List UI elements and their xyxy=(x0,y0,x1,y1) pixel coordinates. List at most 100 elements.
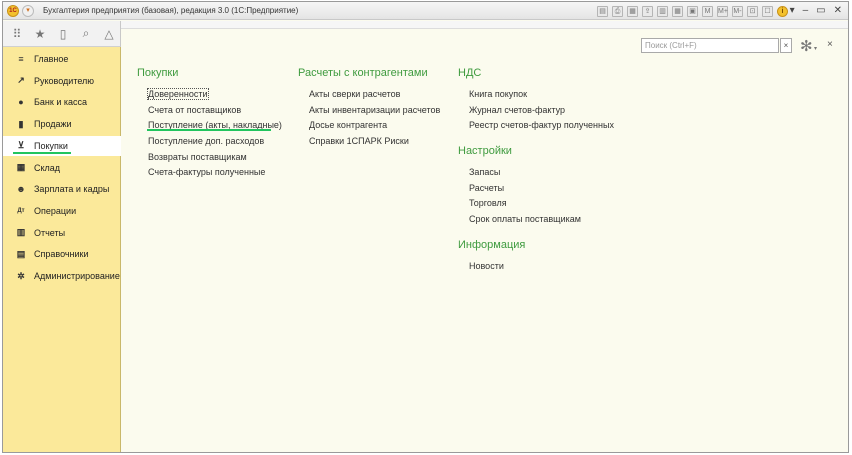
link-trade[interactable]: Торговля xyxy=(469,197,581,213)
column-vat: НДС Книга покупок Журнал счетов-фактур Р… xyxy=(458,67,614,135)
app-logo-icon: 1С xyxy=(7,5,19,17)
help-icon[interactable]: i xyxy=(777,5,788,17)
column-purchases: Покупки Доверенности Счета от поставщико… xyxy=(137,67,282,182)
section-title: Настройки xyxy=(458,145,512,157)
upload-icon[interactable]: ⇪ xyxy=(642,5,653,17)
link-power-of-attorney[interactable]: Доверенности xyxy=(147,88,282,104)
sidebar-item-reports[interactable]: ▥ Отчеты xyxy=(3,223,120,243)
sidebar-item-warehouse[interactable]: ▦ Склад xyxy=(3,158,120,178)
main-menu-button[interactable]: ▾ xyxy=(22,5,34,17)
window-menu-chevron-down-icon[interactable]: ▾ xyxy=(790,4,795,17)
sidebar-item-label: Продажи xyxy=(34,119,72,130)
sidebar-item-sales[interactable]: ▮ Продажи xyxy=(3,114,120,134)
warehouse-icon: ▦ xyxy=(16,162,26,172)
link-stock[interactable]: Запасы xyxy=(469,166,581,182)
print-icon[interactable]: ⎙ xyxy=(612,5,623,17)
sidebar-item-label: Покупки xyxy=(34,140,68,151)
panel-toolstrip: ⠿ ★ ▯ ⌕ △ xyxy=(3,21,121,47)
table-icon[interactable]: ▦ xyxy=(672,5,683,17)
link-received-invoice-register[interactable]: Реестр счетов-фактур полученных xyxy=(469,119,614,135)
restore-icon[interactable]: ▭ xyxy=(816,4,825,17)
section-title: Информация xyxy=(458,239,526,251)
menu-lines-icon: ≡ xyxy=(18,54,24,64)
link-settlements[interactable]: Расчеты xyxy=(469,182,581,198)
trend-icon: ↗ xyxy=(17,75,25,86)
sidebar-item-salary[interactable]: ☻ Зарплата и кадры xyxy=(3,179,120,199)
title-toolbar: ▤ ⎙ ▦ ⇪ ▥ ▦ ▣ M M+ M- ⊡ ☐ i xyxy=(597,5,788,17)
sidebar-item-label: Операции xyxy=(34,205,77,216)
save-icon[interactable]: ▤ xyxy=(597,5,608,17)
link-inventory-acts[interactable]: Акты инвентаризации расчетов xyxy=(309,104,440,120)
sidebar-item-directories[interactable]: ▤ Справочники xyxy=(3,244,120,264)
section-title: НДС xyxy=(458,67,482,79)
memory-minus-icon[interactable]: M- xyxy=(732,5,743,17)
link-additional-expenses[interactable]: Поступление доп. расходов xyxy=(148,135,282,151)
link-counterparty-dossier[interactable]: Досье контрагента xyxy=(309,119,440,135)
window-controls: ▾ – ▭ ✕ xyxy=(790,4,842,17)
print-preview-icon[interactable]: ▦ xyxy=(627,5,638,17)
memory-icon[interactable]: M xyxy=(702,5,713,17)
title-bar: 1С ▾ Бухгалтерия предприятия (базовая), … xyxy=(3,2,848,20)
calendar-icon[interactable]: ▥ xyxy=(657,5,668,17)
link-supplier-returns[interactable]: Возвраты поставщикам xyxy=(148,151,282,167)
section-panel: Поиск (Ctrl+F) × ✻ ▾ × Покупки Доверенно… xyxy=(122,29,848,452)
search-input[interactable]: Поиск (Ctrl+F) xyxy=(641,38,779,53)
column-counterparty-settlements: Расчеты с контрагентами Акты сверки расч… xyxy=(298,67,440,151)
link-received-vat-invoices[interactable]: Счета-фактуры полученные xyxy=(148,166,282,182)
sidebar-item-operations[interactable]: Дт Операции xyxy=(3,201,120,221)
link-reconciliation-acts[interactable]: Акты сверки расчетов xyxy=(309,88,440,104)
sidebar-item-label: Администрирование xyxy=(34,271,120,281)
memory-plus-icon[interactable]: M+ xyxy=(717,5,728,17)
bag-icon: ▮ xyxy=(18,118,24,129)
minimize-icon[interactable]: – xyxy=(803,4,809,17)
link-supplier-payment-terms[interactable]: Срок оплаты поставщикам xyxy=(469,213,581,229)
coin-icon: ● xyxy=(18,97,24,108)
active-section-underline xyxy=(13,152,71,154)
sidebar-item-admin[interactable]: ✲ Администрирование xyxy=(3,266,120,286)
sidebar-item-label: Отчеты xyxy=(34,227,66,238)
link-purchase-book[interactable]: Книга покупок xyxy=(469,88,614,104)
notifications-bell-icon[interactable]: △ xyxy=(103,27,115,41)
gear-icon: ✲ xyxy=(17,270,25,281)
sidebar-item-bank[interactable]: ● Банк и касса xyxy=(3,92,120,112)
cart-icon: ⊻ xyxy=(17,140,25,151)
calculator-icon[interactable]: ▣ xyxy=(687,5,698,17)
person-icon: ☻ xyxy=(16,184,26,195)
close-window-icon[interactable]: ✕ xyxy=(834,4,842,17)
zoom-icon[interactable]: ⊡ xyxy=(747,5,758,17)
close-panel-icon[interactable]: × xyxy=(827,39,833,50)
window-title: Бухгалтерия предприятия (базовая), редак… xyxy=(43,6,299,15)
link-news[interactable]: Новости xyxy=(469,260,525,276)
sections-sidebar: ≡ Главное ↗ Руководителю ● Банк и касса … xyxy=(3,47,121,452)
link-supplier-invoices[interactable]: Счета от поставщиков xyxy=(148,104,282,120)
sidebar-item-label: Склад xyxy=(34,162,61,173)
bar-chart-icon: ▥ xyxy=(16,227,26,238)
link-invoice-journal[interactable]: Журнал счетов-фактур xyxy=(469,104,614,120)
apps-grid-icon[interactable]: ⠿ xyxy=(11,27,23,41)
settings-gear-icon[interactable]: ✻ xyxy=(800,37,813,55)
app-window: 1С ▾ Бухгалтерия предприятия (базовая), … xyxy=(2,1,849,453)
column-settings: Настройки Запасы Расчеты Торговля Срок о… xyxy=(458,145,581,229)
link-receipts[interactable]: Поступление (акты, накладные) xyxy=(148,119,282,135)
column-information: Информация Новости xyxy=(458,239,525,276)
book-icon: ▤ xyxy=(16,248,26,259)
settings-chevron-down-icon[interactable]: ▾ xyxy=(814,45,817,52)
sidebar-item-label: Справочники xyxy=(34,249,89,260)
search-icon[interactable]: ⌕ xyxy=(80,26,92,41)
open-windows-tabstrip xyxy=(121,21,848,29)
highlight-underline xyxy=(147,129,271,131)
debit-credit-icon: Дт xyxy=(17,207,25,214)
sidebar-item-manager[interactable]: ↗ Руководителю xyxy=(3,71,120,91)
section-title: Расчеты с контрагентами xyxy=(298,67,428,79)
search-clear-button[interactable]: × xyxy=(780,38,792,53)
section-title: Покупки xyxy=(137,67,179,79)
sidebar-item-label: Банк и касса xyxy=(34,97,87,108)
sidebar-item-label: Зарплата и кадры xyxy=(34,184,110,195)
sidebar-item-main[interactable]: ≡ Главное xyxy=(3,49,120,69)
sidebar-item-label: Главное xyxy=(34,54,69,64)
history-window-icon[interactable]: ☐ xyxy=(762,5,773,17)
sidebar-item-label: Руководителю xyxy=(34,75,95,86)
history-icon[interactable]: ▯ xyxy=(57,27,69,41)
link-spark-risks[interactable]: Справки 1СПАРК Риски xyxy=(309,135,440,151)
favorites-star-icon[interactable]: ★ xyxy=(34,27,46,41)
